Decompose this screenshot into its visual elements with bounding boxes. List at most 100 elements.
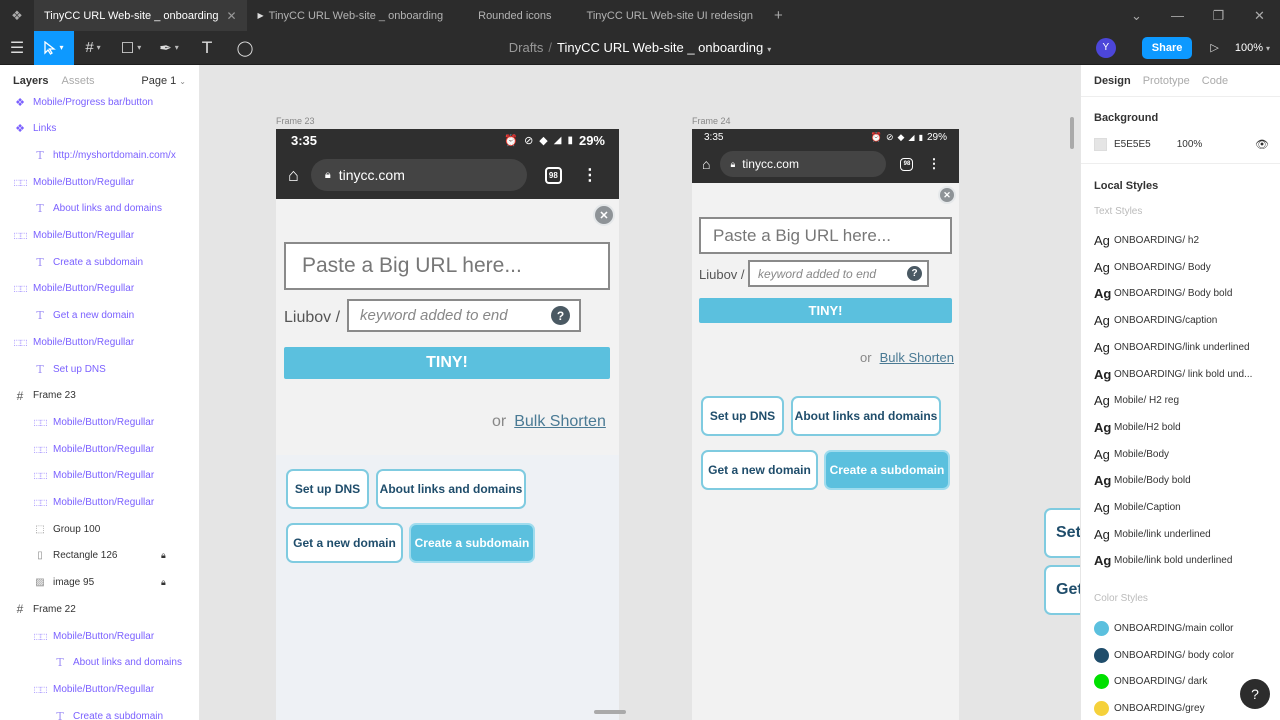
text-style-row[interactable]: Ag ONBOARDING/link underlined: [1094, 340, 1274, 355]
big-url-input[interactable]: Paste a Big URL here...: [699, 217, 952, 254]
tab-code[interactable]: Code: [1202, 75, 1228, 87]
home-icon[interactable]: ⌂: [702, 156, 710, 172]
bulk-shorten-link[interactable]: Bulk Shorten: [514, 413, 606, 431]
tab-assets[interactable]: Assets: [61, 75, 94, 87]
tab-count-badge[interactable]: 98: [544, 166, 562, 184]
text-style-row[interactable]: Ag Mobile/Body: [1094, 447, 1274, 462]
get-new-domain-button[interactable]: Get a new domain: [286, 523, 403, 563]
layer-row[interactable]: ▨ image 95 🔒︎: [0, 570, 199, 596]
get-new-domain-button[interactable]: Get a new domain: [701, 450, 818, 490]
close-window-icon[interactable]: ✕: [1239, 8, 1280, 24]
layer-row[interactable]: ⬚⬚ Mobile/Button/Regullar: [0, 223, 199, 249]
close-icon[interactable]: ✕: [593, 204, 615, 226]
about-links-button[interactable]: About links and domains: [791, 396, 941, 436]
layer-row[interactable]: ❖ Mobile/Progress bar/button: [0, 89, 199, 115]
address-pill[interactable]: 🔒︎ tinycc.com: [310, 159, 527, 191]
tab-layers[interactable]: Layers: [13, 75, 48, 87]
layer-row[interactable]: ⬚⬚ Mobile/Button/Regullar: [0, 463, 199, 489]
tiny-submit-button[interactable]: TINY!: [699, 298, 952, 323]
restore-icon[interactable]: ❐: [1198, 8, 1239, 24]
breadcrumb-drafts[interactable]: Drafts: [509, 40, 544, 55]
pen-tool[interactable]: ✒ ▾: [150, 31, 188, 65]
color-style-row[interactable]: ONBOARDING/ body color: [1094, 647, 1274, 663]
file-name[interactable]: TinyCC URL Web-site _ onboarding: [557, 40, 763, 55]
help-button[interactable]: ?: [1240, 679, 1270, 709]
file-tab-3[interactable]: Rounded icons: [454, 0, 563, 31]
canvas[interactable]: Frame 23 3:35 ⏰ ⊘ ◆ ◢ ▮ 29% ⌂ 🔒︎ tinycc.…: [200, 65, 1080, 720]
offscreen-set-button[interactable]: Set: [1044, 508, 1080, 558]
shape-tool[interactable]: ☐ ▾: [112, 31, 150, 65]
file-tab-1[interactable]: TinyCC URL Web-site _ onboarding ✕: [34, 0, 248, 31]
layer-row[interactable]: ⬚⬚ Mobile/Button/Regullar: [0, 169, 199, 195]
phone-frame-23[interactable]: 3:35 ⏰ ⊘ ◆ ◢ ▮ 29% ⌂ 🔒︎ tinycc.com 98 ⋮: [276, 129, 619, 720]
tab-design[interactable]: Design: [1094, 75, 1131, 87]
layer-row[interactable]: Thttp://myshortdomain.com/x: [0, 142, 199, 168]
layer-row[interactable]: T About links and domains: [0, 196, 199, 222]
present-play-icon[interactable]: ▷: [1210, 41, 1218, 54]
more-vert-icon[interactable]: ⋮: [927, 156, 940, 172]
layer-row[interactable]: ▯ Rectangle 126 🔒︎: [0, 543, 199, 569]
frame-label[interactable]: Frame 24: [692, 116, 731, 126]
layer-row[interactable]: ⬚⬚ Mobile/Button/Regullar: [0, 276, 199, 302]
background-row[interactable]: E5E5E5 100% 👁︎: [1094, 138, 1269, 151]
layer-row[interactable]: T About links and domains: [0, 650, 199, 676]
file-tab-2[interactable]: ▶ TinyCC URL Web-site _ onboarding: [248, 0, 455, 31]
comment-tool[interactable]: ◯: [226, 31, 264, 65]
frame-tool[interactable]: # ▾: [74, 31, 112, 65]
text-style-row[interactable]: Ag ONBOARDING/ Body bold: [1094, 286, 1274, 301]
layer-row[interactable]: ⬚ Group 100: [0, 516, 199, 542]
lock-icon[interactable]: 🔒︎: [161, 550, 166, 561]
lock-icon[interactable]: 🔒︎: [161, 577, 166, 588]
layer-row[interactable]: ⬚⬚ Mobile/Button/Regullar: [0, 436, 199, 462]
frame-label[interactable]: Frame 23: [276, 116, 315, 126]
help-question-icon[interactable]: ?: [551, 306, 570, 325]
text-style-row[interactable]: Ag Mobile/link underlined: [1094, 527, 1274, 542]
minimize-icon[interactable]: —: [1157, 8, 1198, 23]
text-tool[interactable]: T: [188, 31, 226, 65]
layer-row[interactable]: ⬚⬚ Mobile/Button/Regullar: [0, 490, 199, 516]
help-question-icon[interactable]: ?: [907, 266, 922, 281]
background-opacity[interactable]: 100%: [1177, 139, 1203, 150]
page-selector[interactable]: Page 1 ⌄: [141, 75, 186, 87]
main-menu-icon[interactable]: ☰: [0, 31, 34, 65]
layer-row[interactable]: T Create a subdomain: [0, 703, 199, 720]
vertical-scrollbar[interactable]: [1070, 117, 1074, 149]
layer-row[interactable]: ⬚⬚ Mobile/Button/Regullar: [0, 409, 199, 435]
text-style-row[interactable]: Ag ONBOARDING/caption: [1094, 313, 1274, 328]
create-subdomain-button[interactable]: Create a subdomain: [824, 450, 950, 490]
layer-row[interactable]: ⬚⬚ Mobile/Button/Regullar: [0, 329, 199, 355]
layer-row[interactable]: ⬚⬚ Mobile/Button/Regullar: [0, 623, 199, 649]
text-style-row[interactable]: Ag ONBOARDING/ Body: [1094, 260, 1274, 275]
color-style-row[interactable]: ONBOARDING/main collor: [1094, 621, 1274, 636]
text-style-row[interactable]: Ag Mobile/H2 bold: [1094, 420, 1274, 435]
layer-row[interactable]: # Frame 22: [0, 596, 199, 622]
keyword-input[interactable]: keyword added to end ?: [347, 299, 581, 332]
figma-logo-icon[interactable]: ❖: [0, 0, 34, 31]
text-style-row[interactable]: Ag Mobile/Body bold: [1094, 473, 1274, 488]
background-hex[interactable]: E5E5E5: [1114, 139, 1151, 150]
layer-row[interactable]: # Frame 23: [0, 383, 199, 409]
set-up-dns-button[interactable]: Set up DNS: [701, 396, 784, 436]
layer-row[interactable]: ⬚⬚ Mobile/Button/Regullar: [0, 676, 199, 702]
chevron-down-icon[interactable]: ▾: [767, 45, 771, 54]
new-tab-plus-icon[interactable]: +: [764, 0, 793, 31]
keyword-input[interactable]: keyword added to end ?: [748, 260, 929, 287]
user-avatar[interactable]: Y: [1095, 37, 1116, 58]
text-style-row[interactable]: Ag Mobile/Caption: [1094, 500, 1274, 515]
zoom-dropdown[interactable]: 100% ▾: [1235, 42, 1270, 54]
home-icon[interactable]: ⌂: [288, 165, 299, 186]
tiny-submit-button[interactable]: TINY!: [284, 347, 610, 379]
bulk-shorten-link[interactable]: Bulk Shorten: [880, 350, 954, 365]
big-url-input[interactable]: Paste a Big URL here...: [284, 242, 610, 290]
text-style-row[interactable]: Ag Mobile/ H2 reg: [1094, 393, 1274, 408]
more-vert-icon[interactable]: ⋮: [582, 165, 598, 185]
address-pill[interactable]: 🔒︎ tinycc.com: [720, 151, 887, 177]
text-style-row[interactable]: Ag Mobile/link bold underlined: [1094, 553, 1274, 568]
set-up-dns-button[interactable]: Set up DNS: [286, 469, 369, 509]
tab-prototype[interactable]: Prototype: [1143, 75, 1190, 87]
phone-frame-24[interactable]: 3:35 ⏰ ⊘ ◆ ◢ ▮ 29% ⌂ 🔒︎ tinycc.com 98 ⋮: [692, 129, 959, 720]
text-style-row[interactable]: Ag ONBOARDING/ h2: [1094, 233, 1274, 248]
text-style-row[interactable]: Ag ONBOARDING/ link bold und...: [1094, 367, 1274, 382]
layer-row[interactable]: ❖ Links: [0, 116, 199, 142]
eye-icon[interactable]: 👁︎: [1255, 138, 1269, 151]
